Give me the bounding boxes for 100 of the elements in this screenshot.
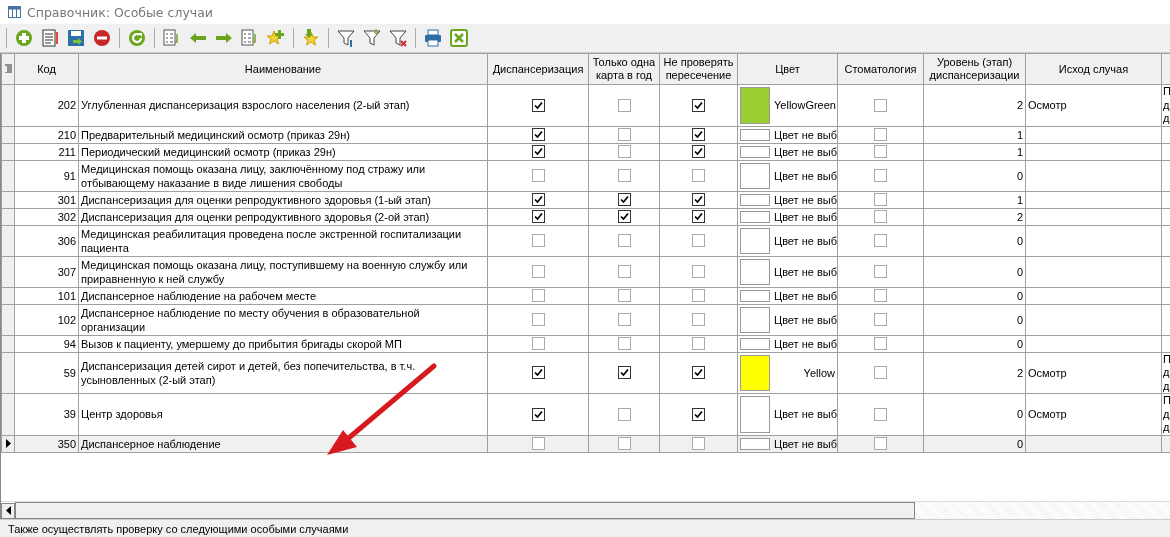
color-swatch (740, 227, 770, 254)
checkbox[interactable] (617, 145, 631, 158)
filter-list-button[interactable] (361, 27, 383, 49)
checkbox[interactable] (617, 337, 631, 350)
column-header[interactable]: Код (14, 53, 79, 85)
checkbox[interactable] (531, 337, 545, 350)
checkbox[interactable] (874, 437, 887, 450)
checkbox[interactable] (617, 289, 631, 302)
edit-button[interactable] (39, 27, 61, 49)
checkbox[interactable] (692, 98, 705, 112)
checkbox[interactable] (692, 169, 705, 182)
checkbox[interactable] (874, 98, 887, 112)
checkbox[interactable] (874, 210, 887, 223)
checkbox[interactable] (692, 210, 705, 223)
checkbox[interactable] (531, 265, 545, 278)
table-cell: 307 (14, 256, 79, 287)
table-cell: Осмотр (1028, 366, 1067, 379)
checkbox[interactable] (531, 407, 545, 421)
checkbox[interactable] (617, 98, 631, 112)
checkbox[interactable] (692, 366, 705, 380)
color-swatch (740, 145, 770, 158)
checkbox[interactable] (874, 337, 887, 350)
checkbox[interactable] (874, 193, 887, 206)
checkbox[interactable] (531, 366, 545, 380)
column-header[interactable]: Цвет (737, 53, 838, 85)
filter-settings-icon (336, 28, 356, 48)
checkbox[interactable] (617, 407, 631, 421)
checkbox[interactable] (692, 437, 705, 450)
checkbox[interactable] (692, 337, 705, 350)
add-button[interactable] (13, 27, 35, 49)
table-cell: Медицинская помощь оказана лицу, заключённому под стражу или отбывающему наказание в виде лишения свободы (78, 160, 488, 191)
column-header[interactable]: Диспансеризация (487, 53, 589, 85)
checkbox[interactable] (692, 265, 705, 278)
checkbox[interactable] (617, 193, 631, 206)
star-plus-icon (266, 28, 286, 48)
column-header[interactable]: Уровень (этап) диспансеризации (923, 53, 1026, 85)
checkbox[interactable] (692, 234, 705, 247)
scroll-left-button[interactable] (1, 502, 15, 519)
save-button[interactable] (65, 27, 87, 49)
checkbox[interactable] (531, 210, 545, 223)
refresh-button[interactable] (126, 27, 148, 49)
checkbox[interactable] (617, 169, 631, 182)
table-cell: 211 (14, 143, 79, 160)
filter-list-icon (362, 28, 382, 48)
color-name: Цвет не выб (774, 408, 837, 421)
checkbox[interactable] (531, 98, 545, 112)
checkbox[interactable] (617, 313, 631, 326)
color-name: Цвет не выб (774, 145, 837, 158)
checkbox[interactable] (617, 437, 631, 450)
checkbox[interactable] (531, 128, 545, 141)
delete-button[interactable] (91, 27, 113, 49)
checkbox[interactable] (617, 128, 631, 141)
checkbox[interactable] (874, 289, 887, 302)
checkbox[interactable] (874, 145, 887, 158)
checkbox[interactable] (692, 145, 705, 158)
checkbox[interactable] (874, 234, 887, 247)
table-cell: 0 (923, 335, 1026, 352)
checkbox[interactable] (617, 234, 631, 247)
spreadsheet-button[interactable] (448, 27, 470, 49)
checkbox[interactable] (874, 169, 887, 182)
checkbox[interactable] (692, 407, 705, 421)
checkbox[interactable] (617, 366, 631, 380)
table-cell: Центр здоровья (78, 393, 488, 435)
table-cell: 102 (14, 304, 79, 335)
checkbox[interactable] (874, 313, 887, 326)
checkbox[interactable] (692, 128, 705, 141)
column-header[interactable]: Наименование (78, 53, 488, 85)
checkbox[interactable] (874, 265, 887, 278)
checkbox[interactable] (617, 210, 631, 223)
table-cell: Диспансеризация для оценки репродуктивного здоровья (2-ой этап) (78, 208, 488, 225)
status-text: Также осуществлять проверку со следующими особыми случаями (8, 522, 349, 535)
checkbox[interactable] (531, 193, 545, 206)
print-button[interactable] (422, 27, 444, 49)
checkbox[interactable] (531, 169, 545, 182)
checkbox[interactable] (531, 234, 545, 247)
column-chooser-icon[interactable] (4, 63, 12, 73)
color-name: Цвет не выб (774, 289, 837, 302)
table-cell: 0 (923, 287, 1026, 304)
scrollbar-thumb[interactable] (15, 502, 915, 519)
checkbox[interactable] (531, 289, 545, 302)
filter-settings-button[interactable] (335, 27, 357, 49)
column-header[interactable]: Только одна карта в год (588, 53, 660, 85)
checkbox[interactable] (531, 437, 545, 450)
column-header[interactable]: Стоматология (837, 53, 924, 85)
checkbox[interactable] (617, 265, 631, 278)
checkbox[interactable] (531, 313, 545, 326)
filter-clear-button[interactable] (387, 27, 409, 49)
color-name: Цвет не выб (774, 169, 837, 182)
checkbox[interactable] (874, 128, 887, 141)
checkbox[interactable] (692, 313, 705, 326)
checkbox[interactable] (692, 289, 705, 302)
checkbox[interactable] (874, 407, 887, 421)
checkbox[interactable] (874, 366, 887, 380)
filter-clear-icon (388, 28, 408, 48)
edit-icon (40, 28, 60, 48)
checkbox[interactable] (692, 193, 705, 206)
column-header[interactable]: Не проверять пересечение (659, 53, 738, 85)
table-cell: Диспансерное наблюдение по месту обучения в образовательной организации (78, 304, 488, 335)
column-header[interactable]: Исход случая (1025, 53, 1162, 85)
checkbox[interactable] (531, 145, 545, 158)
